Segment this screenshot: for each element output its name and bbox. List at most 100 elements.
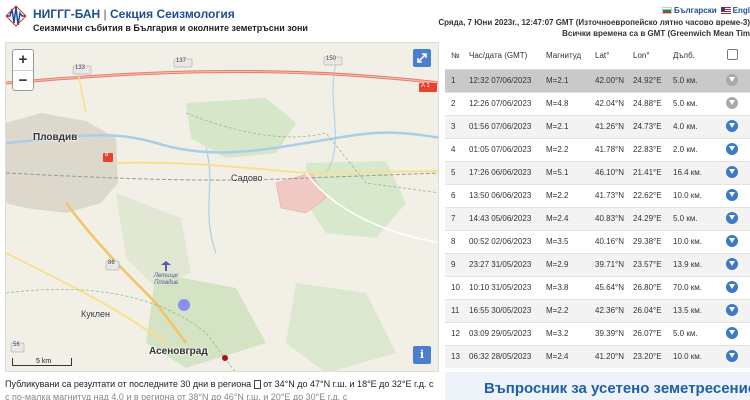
row-time: 16:55 30/05/2023 xyxy=(465,299,540,323)
quake-marker[interactable] xyxy=(222,355,228,361)
road-label-137: 137 xyxy=(176,58,187,64)
row-magnitude: M=4.8 xyxy=(540,92,587,116)
download-icon[interactable] xyxy=(726,73,738,86)
row-download xyxy=(714,299,750,323)
row-time: 00:52 02/06/2023 xyxy=(465,230,540,254)
seismic-map[interactable]: 133 137 150 A 1 8 86 56 Пловдив Садово А… xyxy=(5,42,439,372)
events-table-container[interactable]: № Час/дата (GMT) Магнитуд Lat° Lon° Дълб… xyxy=(445,42,750,368)
row-lon: 26.07°E xyxy=(629,322,669,346)
map-scale: 5 km xyxy=(12,352,82,366)
col-header-download xyxy=(714,42,750,70)
col-header-time[interactable]: Час/дата (GMT) xyxy=(465,42,540,70)
download-icon[interactable] xyxy=(726,303,738,316)
lang-en-label: Engl xyxy=(732,6,750,15)
download-icon[interactable] xyxy=(726,326,738,339)
row-depth: 10.0 км. xyxy=(669,184,714,208)
download-icon[interactable] xyxy=(726,211,738,224)
row-depth: 5.0 км. xyxy=(669,69,714,93)
row-magnitude: M=2.1 xyxy=(540,115,587,139)
row-download xyxy=(714,115,750,139)
zoom-out-button[interactable]: − xyxy=(13,70,33,90)
table-row[interactable]: 10 10:10 31/05/2023 M=3.8 45.64°N 26.80°E 70.… xyxy=(445,276,750,300)
felt-questionnaire-link[interactable]: Въпросник за усетено земетресение xyxy=(484,380,750,397)
brand-title[interactable]: НИГГГ-БАН | Секция Сеизмология xyxy=(33,7,235,21)
row-number: 2 xyxy=(445,92,465,116)
header: НИГГГ-БАН | Секция Сеизмология Сеизмични… xyxy=(0,0,750,40)
download-icon[interactable] xyxy=(726,349,738,362)
road-label-150: 150 xyxy=(326,56,337,62)
row-download xyxy=(714,138,750,162)
download-icon[interactable] xyxy=(726,165,738,178)
map-pin-icon xyxy=(726,48,738,60)
table-row[interactable]: 9 23:27 31/05/2023 M=2.9 39.71°N 23.57°E 13.9… xyxy=(445,253,750,277)
zoom-control: + − xyxy=(12,49,34,91)
download-icon[interactable] xyxy=(726,234,738,247)
table-row[interactable]: 3 01:56 07/06/2023 M=2.1 41.26°N 24.73°E 4.0 … xyxy=(445,115,750,139)
row-depth: 5.0 км. xyxy=(669,207,714,231)
download-icon[interactable] xyxy=(726,257,738,270)
info-button[interactable]: i xyxy=(413,346,431,364)
table-row[interactable]: 6 13:50 06/06/2023 M=2.2 41.73°N 22.62°E 10.0… xyxy=(445,184,750,208)
row-lat: 41.20°N xyxy=(587,345,629,368)
row-depth: 4.0 км. xyxy=(669,115,714,139)
row-time: 03:09 29/05/2023 xyxy=(465,322,540,346)
table-row[interactable]: 2 12:26 07/06/2023 M=4.8 42.04°N 24.88°E 5.0 … xyxy=(445,92,750,116)
row-magnitude: M=2.1 xyxy=(540,69,587,93)
row-lon: 22.83°E xyxy=(629,138,669,162)
table-row[interactable]: 13 06:32 28/05/2023 M=2.4 41.20°N 23.20°E 10.… xyxy=(445,345,750,368)
row-lat: 42.04°N xyxy=(587,92,629,116)
lang-bg-link[interactable]: Български xyxy=(661,6,717,15)
row-lon: 26.80°E xyxy=(629,276,669,300)
row-magnitude: M=2.2 xyxy=(540,299,587,323)
city-sadovo: Садово xyxy=(231,173,263,183)
row-lon: 22.62°E xyxy=(629,184,669,208)
download-icon[interactable] xyxy=(726,142,738,155)
row-download xyxy=(714,161,750,185)
row-depth: 10.0 км. xyxy=(669,230,714,254)
col-header-lat[interactable]: Lat° xyxy=(587,42,629,70)
quake-marker[interactable] xyxy=(178,299,190,311)
fullscreen-button[interactable] xyxy=(413,49,431,67)
lang-en-link[interactable]: Engl xyxy=(720,6,750,15)
col-header-lon[interactable]: Lon° xyxy=(629,42,669,70)
row-lat: 40.83°N xyxy=(587,207,629,231)
row-magnitude: M=3.5 xyxy=(540,230,587,254)
row-number: 11 xyxy=(445,299,465,323)
road-label-56: 56 xyxy=(13,342,20,348)
bg-flag-icon xyxy=(661,7,672,15)
table-row[interactable]: 8 00:52 02/06/2023 M=3.5 40.16°N 29.38°E 10.0… xyxy=(445,230,750,254)
row-magnitude: M=2.2 xyxy=(540,138,587,162)
table-row[interactable]: 4 01:05 07/06/2023 M=2.2 41.78°N 22.83°E 2.0 … xyxy=(445,138,750,162)
row-download xyxy=(714,69,750,93)
table-row[interactable]: 1 12:32 07/06/2023 M=2.1 42.00°N 24.92°E 5.0 … xyxy=(445,69,750,93)
col-header-number[interactable]: № xyxy=(445,42,465,70)
row-lat: 40.16°N xyxy=(587,230,629,254)
city-kuklen: Куклен xyxy=(81,309,111,319)
row-number: 8 xyxy=(445,230,465,254)
page-subtitle: Сеизмични събития в България и околните … xyxy=(33,23,308,33)
row-time: 01:56 07/06/2023 xyxy=(465,115,540,139)
row-time: 10:10 31/05/2023 xyxy=(465,276,540,300)
row-download xyxy=(714,92,750,116)
table-row[interactable]: 12 03:09 29/05/2023 M=3.2 39.39°N 26.07°E 5.0… xyxy=(445,322,750,346)
download-icon[interactable] xyxy=(726,280,738,293)
row-lon: 24.92°E xyxy=(629,69,669,93)
col-header-magnitude[interactable]: Магнитуд xyxy=(540,42,587,70)
download-icon[interactable] xyxy=(726,188,738,201)
row-depth: 2.0 км. xyxy=(669,138,714,162)
row-depth: 16.4 км. xyxy=(669,161,714,185)
table-row[interactable]: 11 16:55 30/05/2023 M=2.2 42.36°N 26.04°E 13.… xyxy=(445,299,750,323)
table-row[interactable]: 5 17:26 06/06/2023 M=5.1 46.10°N 21.41°E 16.4… xyxy=(445,161,750,185)
footer-text-a: Публикувани са резултати от последните 3… xyxy=(5,379,252,389)
events-table: № Час/дата (GMT) Магнитуд Lat° Lon° Дълб… xyxy=(445,42,750,368)
download-icon[interactable] xyxy=(726,96,738,109)
road-label-86: 86 xyxy=(108,260,115,266)
download-icon[interactable] xyxy=(726,119,738,132)
row-lat: 39.71°N xyxy=(587,253,629,277)
row-depth: 5.0 км. xyxy=(669,322,714,346)
zoom-in-button[interactable]: + xyxy=(13,50,33,70)
row-number: 6 xyxy=(445,184,465,208)
col-header-depth[interactable]: Дълб. xyxy=(669,42,714,70)
airport-label: Летище Пловдив xyxy=(153,273,179,286)
table-row[interactable]: 7 14:43 05/06/2023 M=2.4 40.83°N 24.29°E 5.0 … xyxy=(445,207,750,231)
